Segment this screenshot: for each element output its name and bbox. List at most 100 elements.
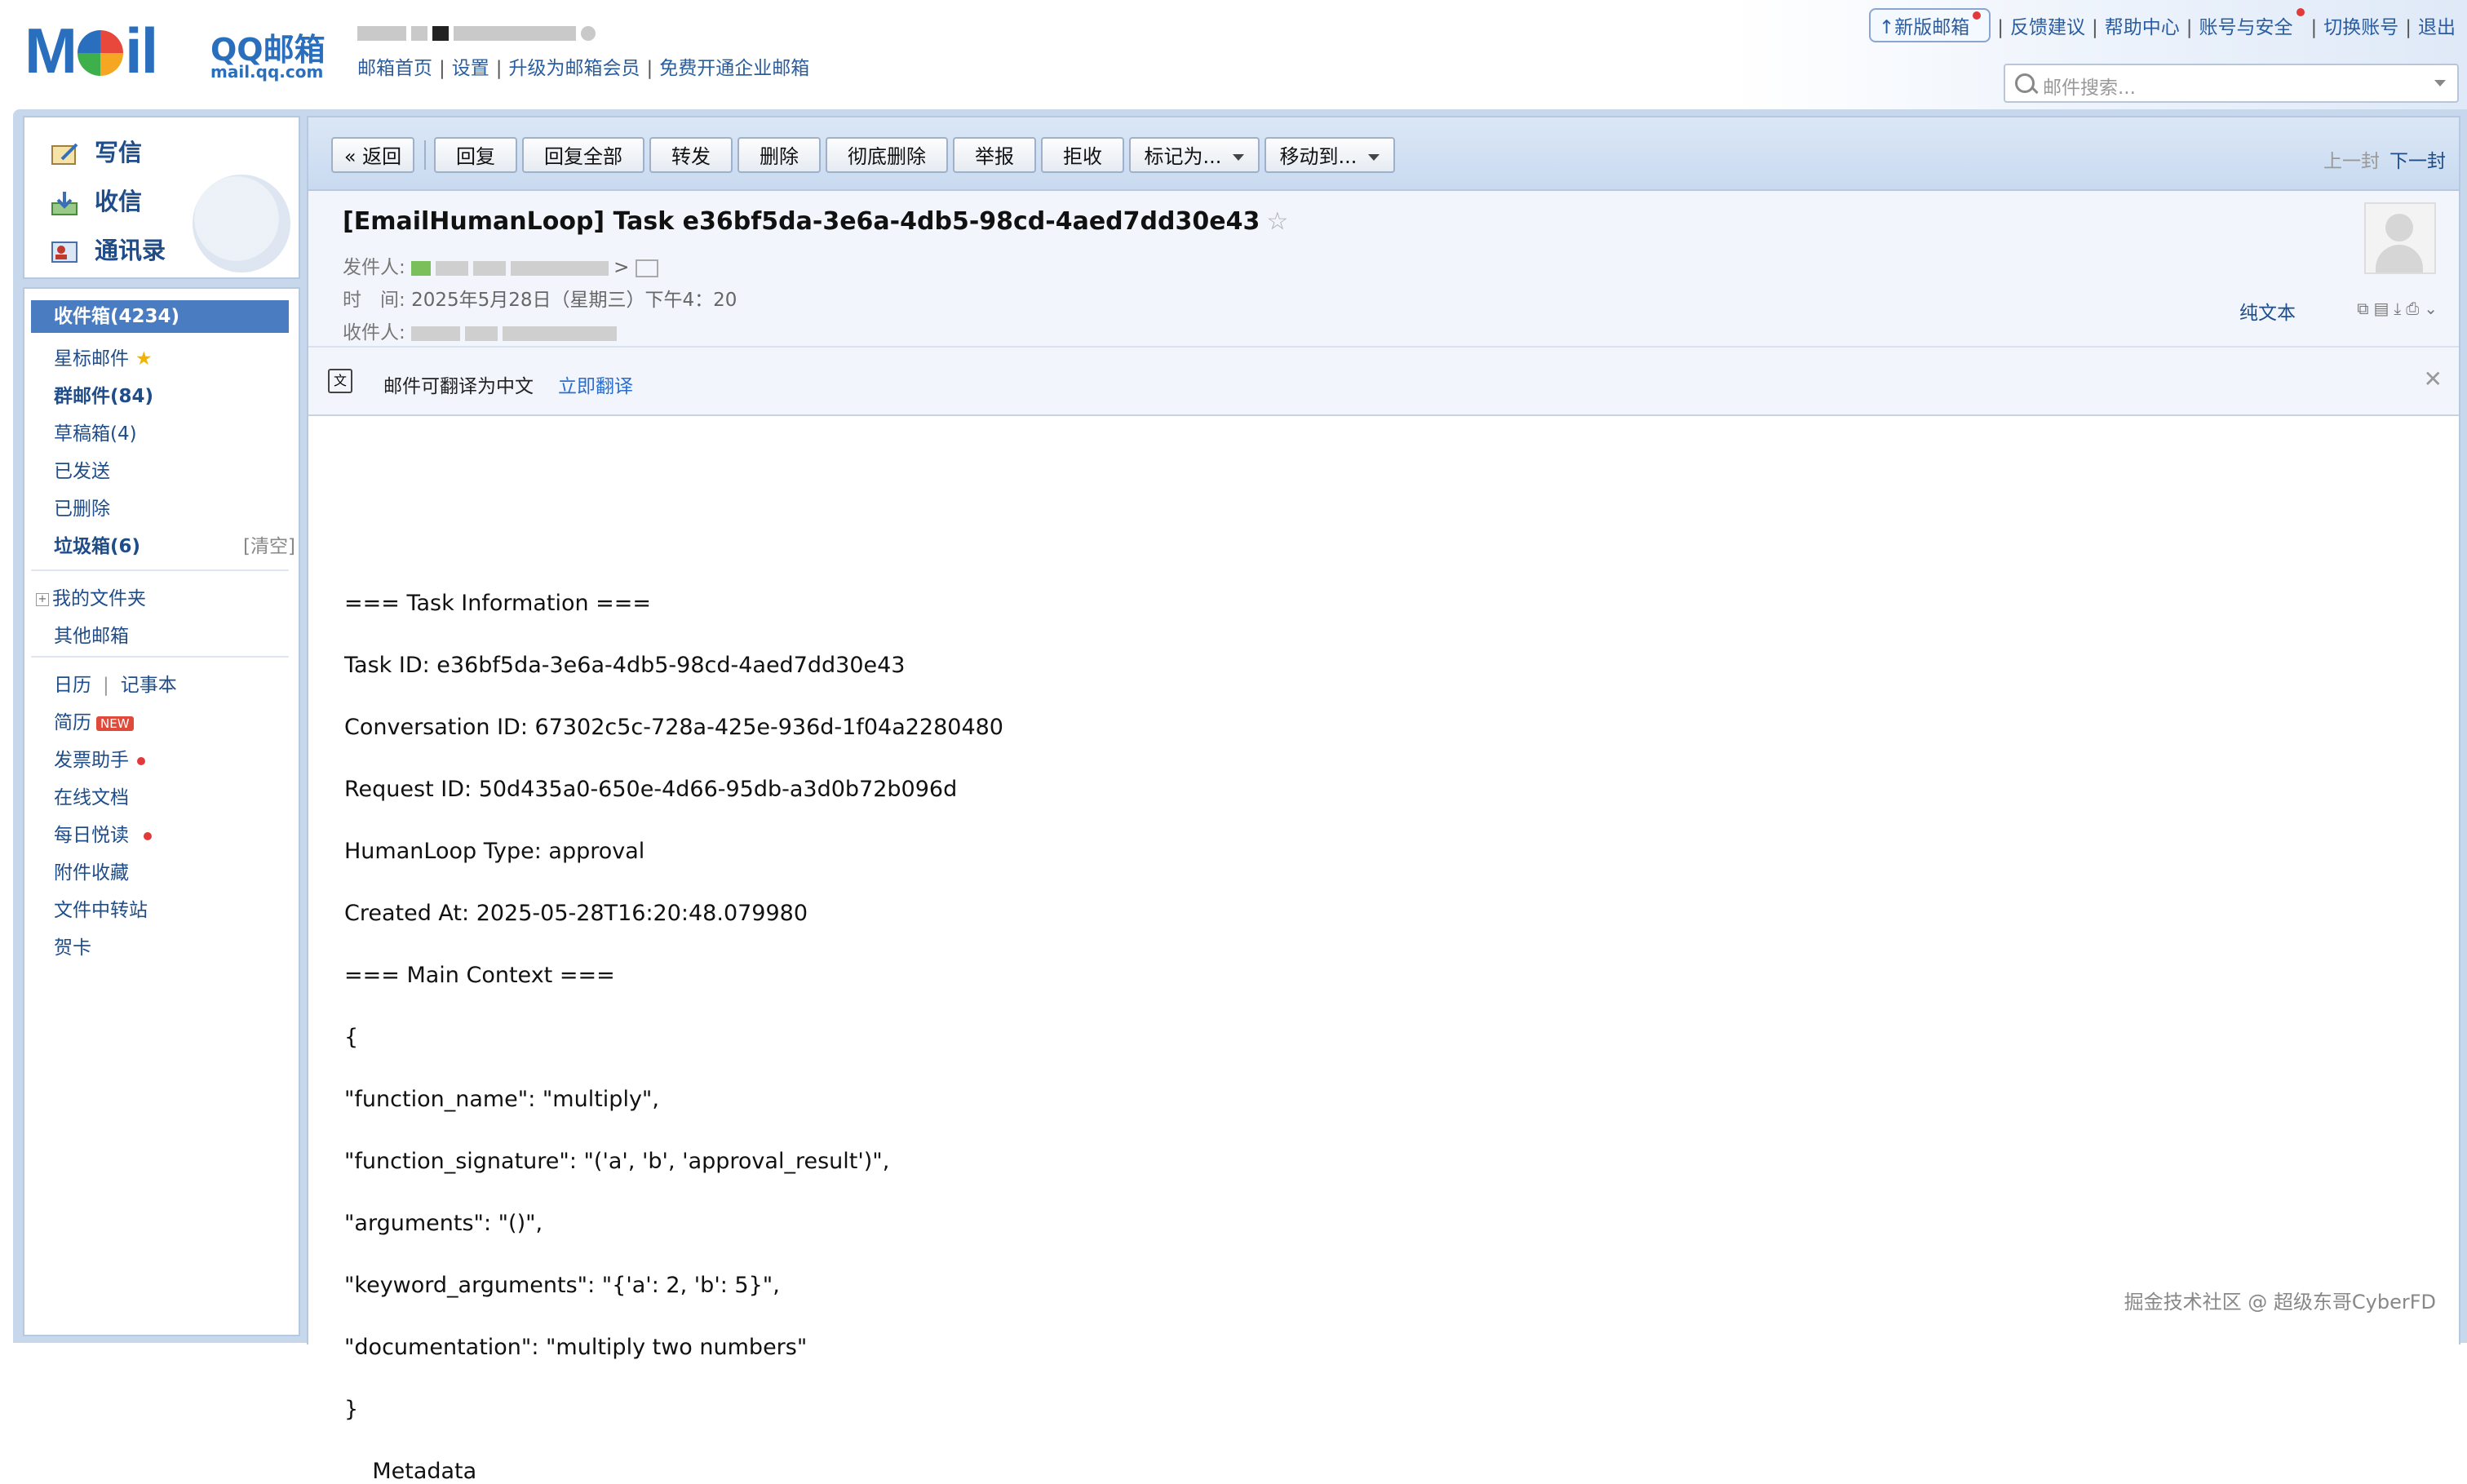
mark-as-dropdown[interactable]: 标记为...	[1129, 137, 1260, 173]
body-line: HumanLoop Type: approval	[344, 839, 645, 864]
contacts-icon	[51, 239, 80, 265]
daily-read-link[interactable]: 每日悦读	[54, 819, 152, 847]
account-name-redacted	[357, 24, 651, 42]
print-icon[interactable]: ⎙	[2406, 299, 2424, 318]
body-line: "documentation": "multiply two numbers"	[344, 1335, 808, 1360]
site-watermark: 掘金技术社区 @ 超级东哥CyberFD	[2124, 1291, 2436, 1313]
inbox-download-icon	[51, 190, 80, 216]
mail-action-icons: ⧉▤⤓⎙⌄	[2357, 299, 2443, 318]
reply-button[interactable]: 回复	[434, 137, 517, 173]
online-docs-link[interactable]: 在线文档	[54, 782, 129, 809]
link-logout[interactable]: 退出	[2418, 17, 2456, 38]
link-help-center[interactable]: 帮助中心	[2105, 17, 2180, 38]
top-links: 邮箱首页 | 设置 | 升级为邮箱会员 | 免费开通企业邮箱	[357, 58, 810, 79]
body-line: Created At: 2025-05-28T16:20:48.079980	[344, 901, 808, 926]
divider	[31, 656, 289, 658]
close-icon[interactable]: ✕	[2424, 365, 2443, 392]
body-line: Conversation ID: 67302c5c-728a-425e-936d…	[344, 715, 1003, 740]
mail-toolbar: « 返回 回复 回复全部 转发 删除 彻底删除 举报 拒收 标记为... 移动到…	[308, 117, 2459, 191]
invoice-assistant-link[interactable]: 发票助手	[54, 744, 145, 772]
notification-dot-icon	[1973, 11, 1982, 20]
link-account-security[interactable]: 账号与安全	[2199, 17, 2293, 38]
star-icon: ★	[135, 348, 153, 370]
link-switch-account[interactable]: 切换账号	[2323, 17, 2398, 38]
file-transfer-link[interactable]: 文件中转站	[54, 894, 148, 922]
star-outline-icon[interactable]: ☆	[1266, 207, 1288, 236]
recipient-row: 收件人:	[343, 317, 622, 344]
greeting-cards-link[interactable]: 贺卡	[54, 932, 91, 959]
compose-icon	[51, 141, 80, 167]
toolbar-divider	[424, 140, 426, 170]
reply-all-button[interactable]: 回复全部	[522, 137, 644, 173]
new-badge: NEW	[96, 715, 134, 731]
folder-starred[interactable]: 星标邮件 ★	[54, 343, 153, 370]
contacts-button[interactable]: 通讯录	[51, 232, 166, 272]
other-mailbox-link[interactable]: 其他邮箱	[54, 620, 129, 648]
permanent-delete-button[interactable]: 彻底删除	[826, 137, 948, 173]
folder-inbox[interactable]: 收件箱(4234)	[31, 300, 289, 333]
body-line: Request ID: 50d435a0-650e-4d66-95db-a3d0…	[344, 777, 958, 802]
recipient-redacted[interactable]	[411, 326, 461, 341]
delete-button[interactable]: 删除	[737, 137, 821, 173]
mail-subject: [EmailHumanLoop] Task e36bf5da-3e6a-4db5…	[343, 207, 1289, 236]
up-arrow-icon: ↑	[1878, 17, 1895, 38]
prev-mail-link[interactable]: 上一封	[2323, 151, 2380, 172]
folder-deleted[interactable]: 已删除	[54, 493, 110, 521]
mail-navigation: 上一封 下一封	[2323, 145, 2446, 173]
compose-button[interactable]: 写信	[51, 134, 142, 175]
translate-now-link[interactable]: 立即翻译	[558, 370, 633, 398]
translate-bar: 文 邮件可翻译为中文 立即翻译 ✕	[308, 348, 2459, 416]
link-upgrade-member[interactable]: 升级为邮箱会员	[509, 58, 640, 79]
account-links: ↑新版邮箱 | 反馈建议 | 帮助中心 | 账号与安全 | 切换账号 | 退出	[1868, 8, 2456, 42]
time-row: 时 间: 2025年5月28日（星期三）下午4：20	[343, 290, 737, 311]
new-mailbox-button[interactable]: ↑新版邮箱	[1868, 8, 1991, 42]
empty-spam-link[interactable]: [清空]	[243, 530, 295, 558]
link-settings[interactable]: 设置	[452, 58, 489, 79]
forward-button[interactable]: 转发	[649, 137, 733, 173]
folder-group-mail[interactable]: 群邮件(84)	[54, 380, 153, 408]
plain-text-link[interactable]: 纯文本	[2239, 297, 2296, 325]
download-icon[interactable]: ⤓	[2394, 299, 2406, 318]
search-placeholder: 邮件搜索...	[2043, 78, 2136, 99]
vip-status-icon	[581, 25, 596, 41]
link-mail-home[interactable]: 邮箱首页	[357, 58, 432, 79]
link-feedback[interactable]: 反馈建议	[2010, 17, 2085, 38]
resume-link[interactable]: 简历 NEW	[54, 707, 134, 734]
print-preview-icon[interactable]: ▤	[2373, 299, 2394, 318]
translate-icon: 文	[328, 369, 352, 393]
logo-mark: Mil	[24, 15, 158, 86]
receive-label: 收信	[95, 188, 143, 215]
receive-button[interactable]: 收信	[51, 183, 142, 224]
chevron-down-icon	[1368, 154, 1380, 161]
qq-mail-logo[interactable]: Mil QQ邮箱 mail.qq.com	[24, 18, 343, 83]
search-dropdown-icon[interactable]	[2434, 80, 2446, 86]
move-to-dropdown[interactable]: 移动到...	[1265, 137, 1395, 173]
notes-link[interactable]: 记事本	[121, 675, 177, 696]
qq-penguin-watermark-icon	[193, 175, 290, 272]
new-window-icon[interactable]: ⧉	[2357, 299, 2373, 318]
body-line: === Task Information ===	[344, 591, 652, 616]
logo-url: mail.qq.com	[210, 62, 324, 82]
folder-drafts[interactable]: 草稿箱(4)	[54, 418, 137, 445]
report-button[interactable]: 举报	[953, 137, 1036, 173]
my-folders-toggle[interactable]: + 我的文件夹	[36, 583, 146, 610]
link-enterprise-mail[interactable]: 免费开通企业邮箱	[659, 58, 809, 79]
mail-header: [EmailHumanLoop] Task e36bf5da-3e6a-4db5…	[308, 191, 2459, 348]
attachments-link[interactable]: 附件收藏	[54, 857, 129, 884]
add-contact-icon[interactable]	[635, 259, 658, 277]
calendar-link[interactable]: 日历	[54, 675, 91, 696]
folder-spam[interactable]: 垃圾箱(6) [清空]	[54, 530, 295, 558]
sidebar-actions: 写信 收信 通讯录	[23, 116, 300, 279]
sender-redacted[interactable]	[411, 260, 432, 276]
body-line: "function_name": "multiply",	[344, 1087, 659, 1112]
body-line: "arguments": "()",	[344, 1211, 543, 1236]
mail-reader: « 返回 回复 回复全部 转发 删除 彻底删除 举报 拒收 标记为... 移动到…	[307, 116, 2460, 1484]
body-line: }	[344, 1397, 359, 1422]
folder-sent[interactable]: 已发送	[54, 455, 110, 483]
expand-chevron-icon[interactable]: ⌄	[2424, 299, 2443, 318]
mail-search-input[interactable]: 邮件搜索...	[2004, 64, 2459, 103]
next-mail-link[interactable]: 下一封	[2389, 151, 2446, 172]
reject-button[interactable]: 拒收	[1041, 137, 1124, 173]
back-button[interactable]: « 返回	[331, 137, 414, 173]
expand-plus-icon[interactable]: +	[36, 592, 49, 606]
